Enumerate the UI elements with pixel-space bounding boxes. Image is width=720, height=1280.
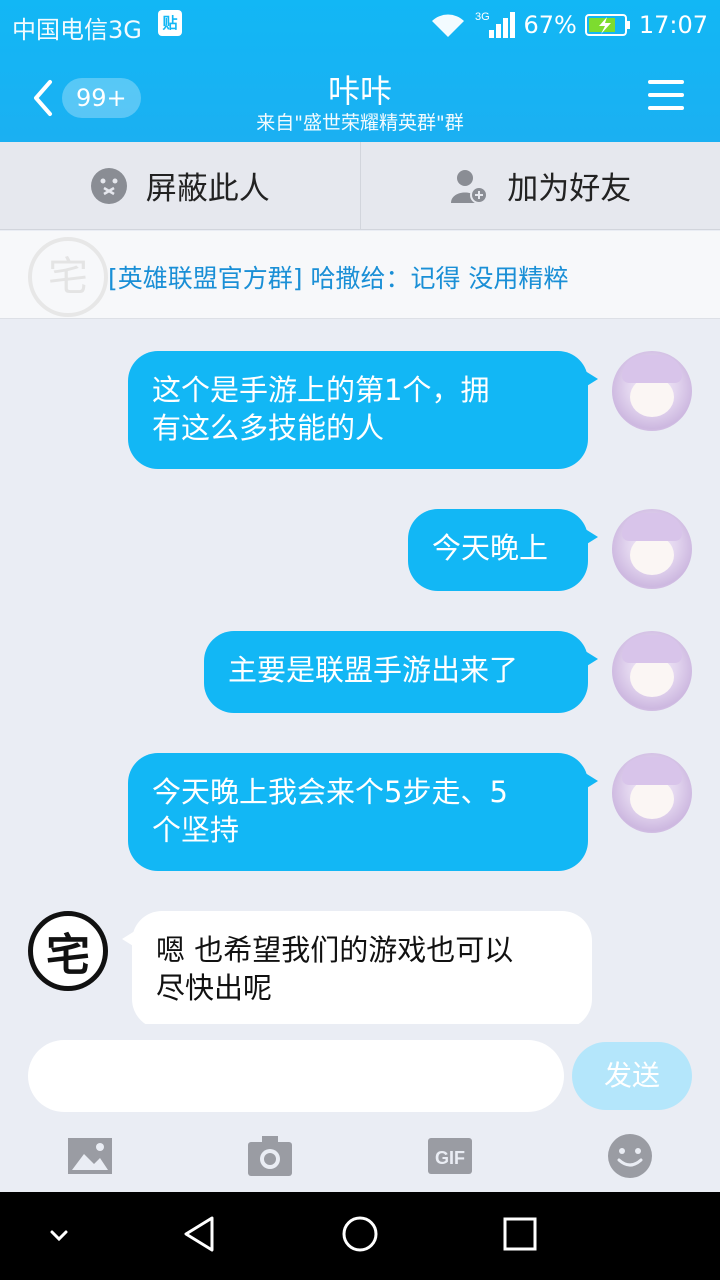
send-button[interactable]: 发送 xyxy=(572,1042,692,1110)
message-line: 今天晚上我会来个5步走、5 xyxy=(152,775,508,809)
menu-icon-line xyxy=(648,93,684,97)
message-bubble-outgoing[interactable]: 今天晚上 xyxy=(408,509,598,591)
back-triangle-icon[interactable] xyxy=(180,1214,220,1254)
gif-icon[interactable]: GIF xyxy=(426,1132,474,1180)
battery-charging-icon xyxy=(584,13,631,37)
message-line: 尽快出呢 xyxy=(156,971,273,1005)
camera-icon[interactable] xyxy=(246,1132,294,1180)
header: 中国电信3G 贴 3G 67% 17:07 99+ 咔咔 来自"盛世荣耀精英群"… xyxy=(0,0,720,142)
add-friend-icon xyxy=(451,169,489,204)
my-avatar[interactable] xyxy=(612,753,692,833)
menu-icon-line xyxy=(648,106,684,110)
message-line: 这个是手游上的第1个，拥 xyxy=(152,373,490,407)
battery-percent: 67% xyxy=(523,11,577,39)
emoji-icon[interactable] xyxy=(606,1132,654,1180)
chat-subtitle: 来自"盛世荣耀精英群"群 xyxy=(256,112,464,134)
chat-title: 咔咔 xyxy=(327,72,392,110)
message-bubble-outgoing[interactable]: 今天晚上我会来个5步走、5 个坚持 xyxy=(128,753,598,871)
add-friend-button[interactable]: 加为好友 xyxy=(359,142,720,229)
message-input[interactable] xyxy=(28,1040,564,1112)
my-avatar[interactable] xyxy=(612,351,692,431)
sender-avatar-char: 宅 xyxy=(46,930,90,981)
title-bar: 99+ 咔咔 来自"盛世荣耀精英群"群 xyxy=(0,54,720,140)
stranger-actions: 屏蔽此人 加为好友 xyxy=(0,142,720,230)
my-avatar[interactable] xyxy=(612,509,692,589)
signal-icon: 3G xyxy=(475,10,516,40)
home-circle-icon[interactable] xyxy=(340,1214,380,1254)
system-navigation-bar xyxy=(0,1192,720,1280)
message-bubble-incoming[interactable]: 嗯 也希望我们的游戏也可以 尽快出呢 xyxy=(122,911,592,1024)
message-bubble-outgoing[interactable]: 这个是手游上的第1个，拥 有这么多技能的人 xyxy=(128,351,598,469)
notice-text: [英雄联盟官方群] 哈撒给：记得 没用精粹 xyxy=(108,264,569,293)
svg-text:3G: 3G xyxy=(475,11,490,23)
message-line: 个坚持 xyxy=(152,813,240,847)
menu-button[interactable] xyxy=(648,80,684,112)
message-line: 今天晚上 xyxy=(432,531,549,565)
message-line: 有这么多技能的人 xyxy=(152,411,385,445)
group-notice-banner[interactable]: 宅 [英雄联盟官方群] 哈撒给：记得 没用精粹 xyxy=(0,231,720,319)
message-bubble-outgoing[interactable]: 主要是联盟手游出来了 xyxy=(204,631,598,713)
composer-toolbar: GIF xyxy=(0,1132,720,1188)
chevron-down-icon[interactable] xyxy=(46,1222,72,1248)
sender-avatar[interactable]: 宅 xyxy=(28,911,108,991)
add-friend-label: 加为好友 xyxy=(507,171,632,207)
clock: 17:07 xyxy=(638,11,708,39)
status-right: 3G 67% 17:07 xyxy=(429,10,708,40)
block-user-button[interactable]: 屏蔽此人 xyxy=(0,142,360,229)
block-icon xyxy=(90,167,127,204)
my-avatar[interactable] xyxy=(612,631,692,711)
message-list[interactable]: 这个是手游上的第1个，拥 有这么多技能的人 今天晚上 主要是联盟手游出来了 今天… xyxy=(0,320,720,1024)
recents-square-icon[interactable] xyxy=(502,1214,538,1254)
carrier-label: 中国电信3G xyxy=(12,16,142,44)
menu-icon-line xyxy=(648,80,684,84)
status-bar: 中国电信3G 贴 3G 67% 17:07 xyxy=(0,0,720,50)
message-line: 主要是联盟手游出来了 xyxy=(228,653,519,687)
composer: 发送 GIF xyxy=(0,1024,720,1192)
wifi-icon xyxy=(429,11,467,39)
image-icon[interactable] xyxy=(66,1132,114,1180)
svg-text:GIF: GIF xyxy=(435,1148,465,1168)
block-user-label: 屏蔽此人 xyxy=(145,171,270,207)
tieba-notification-icon: 贴 xyxy=(158,10,182,36)
notice-watermark-avatar: 宅 xyxy=(28,237,108,317)
message-line: 嗯 也希望我们的游戏也可以 xyxy=(156,933,514,967)
